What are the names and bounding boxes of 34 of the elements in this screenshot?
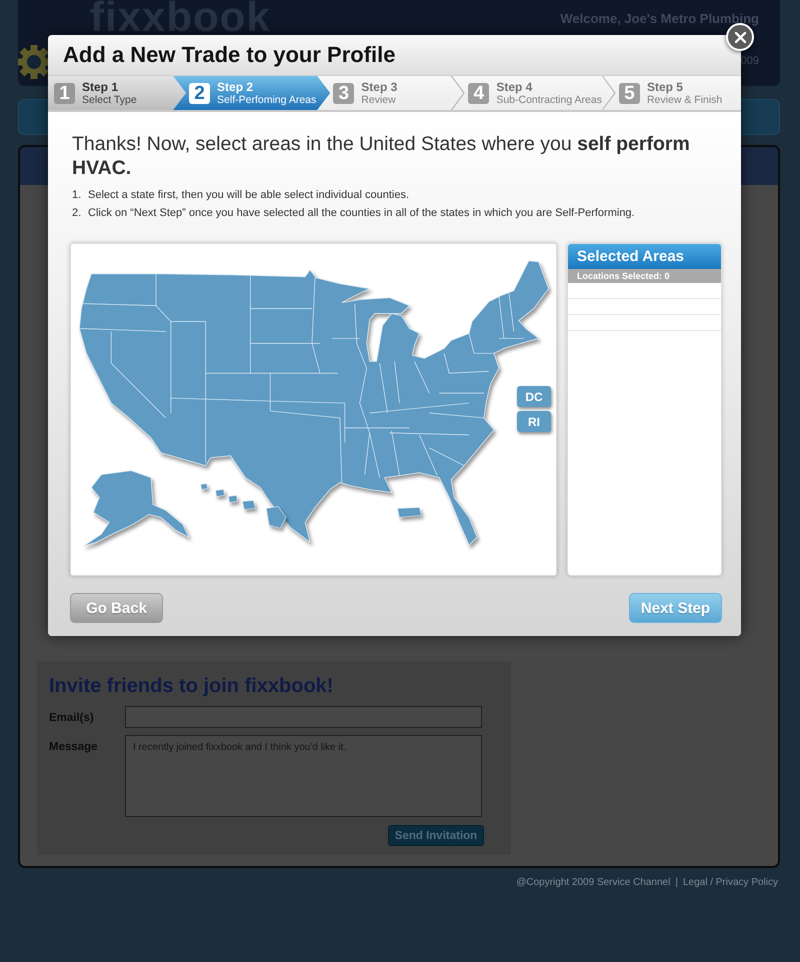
next-step-button[interactable]: Next Step xyxy=(629,593,722,623)
email-field[interactable] xyxy=(125,706,482,728)
legal-privacy-link[interactable]: Legal / Privacy Policy xyxy=(682,877,778,888)
footer-separator: | xyxy=(675,877,678,888)
step-number-badge: 2 xyxy=(189,82,210,104)
chevron-divider-icon xyxy=(602,76,616,110)
hawaii-map-shape[interactable] xyxy=(200,483,287,529)
step-number-badge: 5 xyxy=(618,82,640,104)
wizard-step-tab[interactable]: 5 Step 5 Review & Finish xyxy=(602,76,741,110)
state-button[interactable]: DC xyxy=(517,386,551,407)
step-number-badge: 1 xyxy=(54,82,75,104)
instruction-text: Click on “Next Step” once you have selected all the counties in all of the states in which you are Self-Performing. xyxy=(88,206,635,221)
alaska-map-shape[interactable] xyxy=(83,470,190,547)
step-number-badge: 4 xyxy=(468,82,490,104)
instruction-text: Select a state first, then you will be able select individual counties. xyxy=(88,188,410,203)
close-icon xyxy=(734,32,746,42)
step-number-badge: 3 xyxy=(333,82,354,104)
selected-areas-title: Selected Areas xyxy=(568,244,721,269)
wizard-step-tab[interactable]: 4 Step 4 Sub-Contracting Areas xyxy=(452,76,616,110)
instructions-heading: Thanks! Now, select areas in the United States where you self perform HVAC. xyxy=(72,132,691,180)
puerto-rico-map-shape[interactable] xyxy=(397,507,422,518)
locations-count: Locations Selected: 0 xyxy=(568,269,721,283)
chevron-divider-icon xyxy=(451,76,466,110)
wizard-step-tab[interactable]: 1 Step 1 Select Type xyxy=(48,76,186,110)
instruction-number: 1. xyxy=(72,188,82,203)
send-invitation-button[interactable]: Send Invitation xyxy=(388,825,484,846)
wizard-step-tab[interactable]: 3 Step 3 Review xyxy=(317,76,466,110)
dialog-title: Add a New Trade to your Profile xyxy=(63,42,396,68)
us-map-drawing[interactable] xyxy=(79,260,550,546)
wizard-step-tab[interactable]: 2 Step 2 Self-Perfoming Areas xyxy=(173,76,330,110)
go-back-button[interactable]: Go Back xyxy=(70,593,163,623)
copyright-text: @Copyright 2009 Service Channel xyxy=(516,877,670,888)
state-button[interactable]: RI xyxy=(517,411,551,432)
instruction-number: 2. xyxy=(72,206,82,221)
